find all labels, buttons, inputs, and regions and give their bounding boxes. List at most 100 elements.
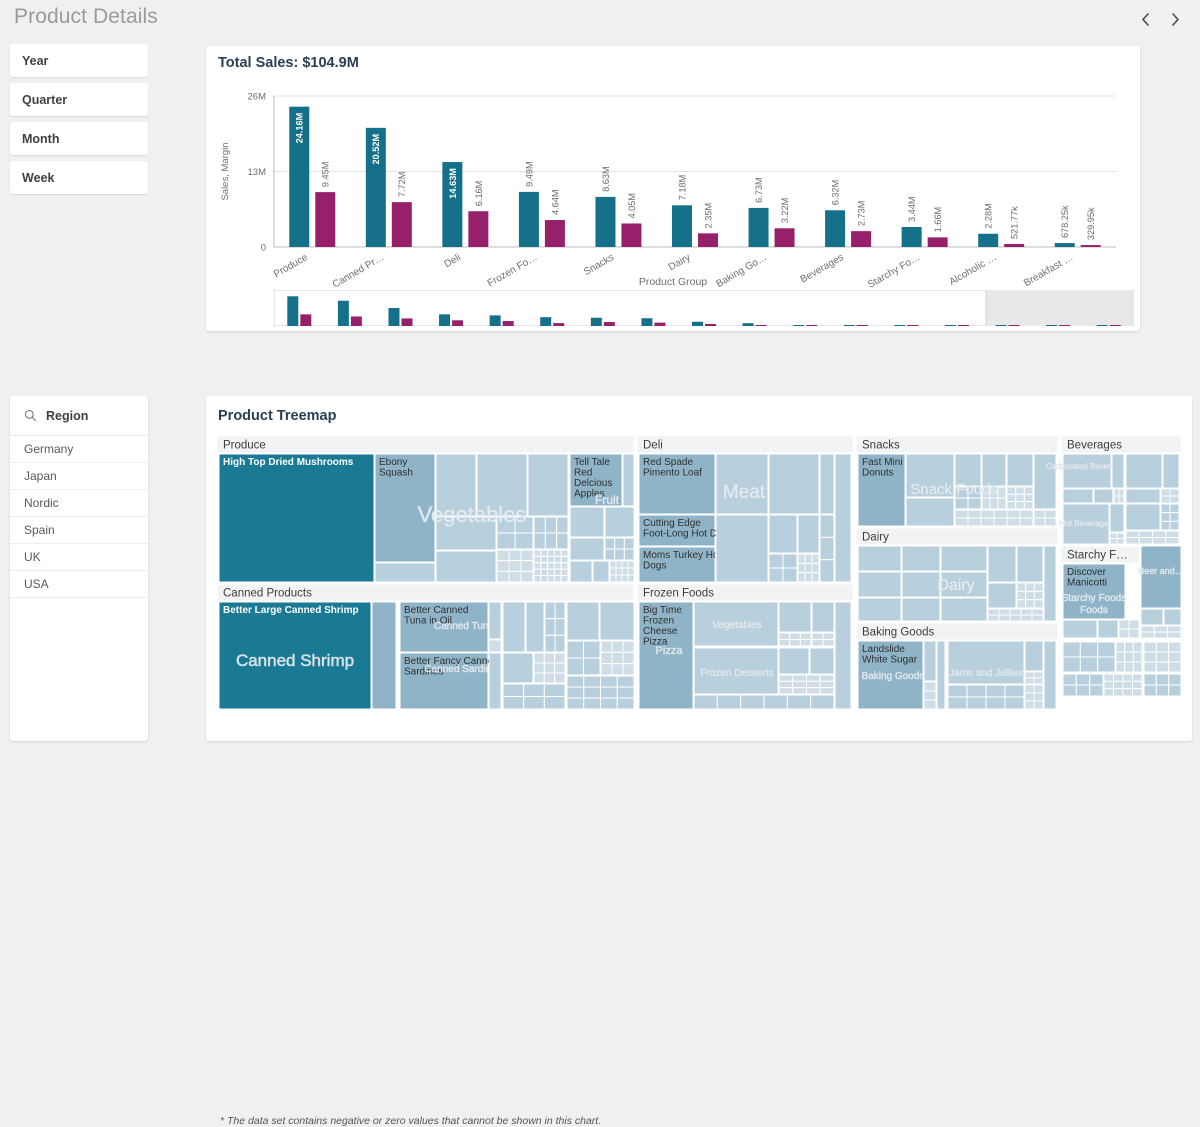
treemap-tile[interactable] [901,545,941,572]
treemap-tile[interactable] [583,675,601,688]
treemap-tile[interactable] [1118,628,1130,639]
treemap-tile[interactable] [1113,688,1124,697]
treemap-tile[interactable] [1115,661,1126,673]
region-filter-header[interactable]: Region [10,396,148,436]
treemap-tile[interactable] [768,553,784,569]
treemap-tile[interactable] [543,662,556,674]
treemap-tile[interactable] [819,514,835,538]
treemap-tile[interactable] [998,614,1011,622]
treemap-tile[interactable] [583,657,601,676]
treemap-tile[interactable] [1169,512,1180,522]
treemap-tile[interactable] [600,663,613,676]
treemap-tile[interactable] [1143,684,1157,697]
chart-scrollbar[interactable] [274,290,1134,326]
treemap-tile[interactable] [615,560,623,569]
treemap-tile[interactable] [1062,488,1094,504]
treemap-tile[interactable] [520,560,534,572]
treemap-tile[interactable] [778,680,794,689]
treemap-tile[interactable] [1125,530,1140,538]
treemap-tile[interactable] [792,680,807,689]
treemap-tile[interactable] [1103,680,1114,690]
treemap-tile[interactable] [768,514,798,554]
treemap-tile[interactable] [768,453,820,515]
treemap-tile[interactable] [1143,641,1157,653]
treemap-tile[interactable] [1033,684,1044,694]
treemap-tile[interactable] [778,639,791,647]
treemap-tile[interactable] [560,575,569,583]
bar-sales[interactable] [748,207,769,247]
treemap-tile[interactable] [616,697,635,710]
treemap-tile[interactable] [1006,486,1017,495]
treemap-tile[interactable] [554,601,566,620]
treemap-tile[interactable] [1024,692,1035,702]
treemap-tile[interactable] [1163,608,1181,626]
treemap-group-header[interactable] [636,436,854,454]
treemap-tile[interactable] [543,652,556,664]
treemap-tile[interactable] [533,662,545,674]
treemap-tile[interactable] [905,497,955,527]
treemap-tile[interactable] [940,545,988,572]
treemap-tile[interactable] [786,694,812,710]
treemap-tile[interactable] [987,608,1000,616]
treemap-tile[interactable] [544,634,556,653]
treemap-tile[interactable] [1113,495,1120,504]
treemap-tile[interactable] [1165,537,1180,545]
region-item-nordic[interactable]: Nordic [10,490,148,517]
treemap-tile[interactable] [627,567,635,576]
treemap-tile[interactable] [1138,537,1153,545]
treemap-tile[interactable] [600,640,613,653]
treemap-tile[interactable] [1062,641,1081,658]
treemap-tile[interactable] [1132,680,1143,690]
treemap-tile[interactable] [797,553,806,564]
treemap-tile[interactable] [1004,684,1025,698]
treemap-tile[interactable] [980,517,995,527]
treemap-tile[interactable] [1160,503,1171,514]
treemap-tile[interactable] [1019,517,1034,527]
treemap-tile[interactable] [1122,673,1133,682]
treemap-tile[interactable] [599,601,635,641]
treemap-tile[interactable] [1033,509,1046,519]
region-item-spain[interactable]: Spain [10,517,148,544]
treemap-tile[interactable] [623,537,635,550]
treemap-tile[interactable] [1024,677,1035,685]
treemap-tile[interactable] [1152,530,1167,538]
treemap-tile[interactable] [923,681,937,692]
treemap-tile[interactable] [1155,684,1170,697]
treemap-tile[interactable] [604,548,616,561]
region-item-japan[interactable]: Japan [10,463,148,490]
treemap-tile[interactable] [799,632,812,640]
bar-chart-plot[interactable]: 0 13M 26M Sales, Margin 24.16M 9.45M Produce 20… [206,82,1140,297]
bar-margin[interactable] [315,192,336,247]
treemap-tile[interactable] [1143,651,1157,663]
treemap-tile[interactable] [810,694,835,710]
treemap-tile[interactable] [560,568,569,577]
treemap-tile[interactable] [1160,488,1171,497]
treemap-tile[interactable] [1079,641,1099,658]
bar-margin[interactable] [698,233,718,247]
treemap-tile[interactable] [614,548,625,561]
treemap-tile[interactable] [554,634,566,653]
treemap-tile[interactable] [1075,673,1091,686]
treemap-tile[interactable] [811,572,820,583]
treemap-tile[interactable] [1152,537,1167,545]
treemap-tile[interactable] [1009,608,1022,616]
treemap-tile[interactable] [502,601,526,653]
treemap-tile[interactable] [778,674,794,682]
treemap-tile[interactable] [1024,684,1035,694]
treemap-tile[interactable] [553,549,562,557]
treemap-tile[interactable] [1118,619,1130,630]
treemap-tile[interactable] [806,687,821,695]
treemap-tile[interactable] [1033,517,1046,527]
treemap-tile[interactable] [778,601,812,633]
treemap-tile[interactable] [615,574,623,583]
treemap-tile[interactable] [533,532,546,550]
treemap-tile[interactable] [954,517,969,527]
treemap-tile[interactable] [1009,614,1022,622]
treemap-tile[interactable] [1167,625,1181,633]
treemap-tile[interactable] [1115,641,1126,653]
treemap-tile[interactable] [540,549,549,557]
treemap-tile[interactable] [1155,641,1170,653]
treemap-tile[interactable] [533,562,542,570]
filter-button-quarter[interactable]: Quarter [10,83,148,116]
treemap-tile[interactable] [1122,680,1133,690]
